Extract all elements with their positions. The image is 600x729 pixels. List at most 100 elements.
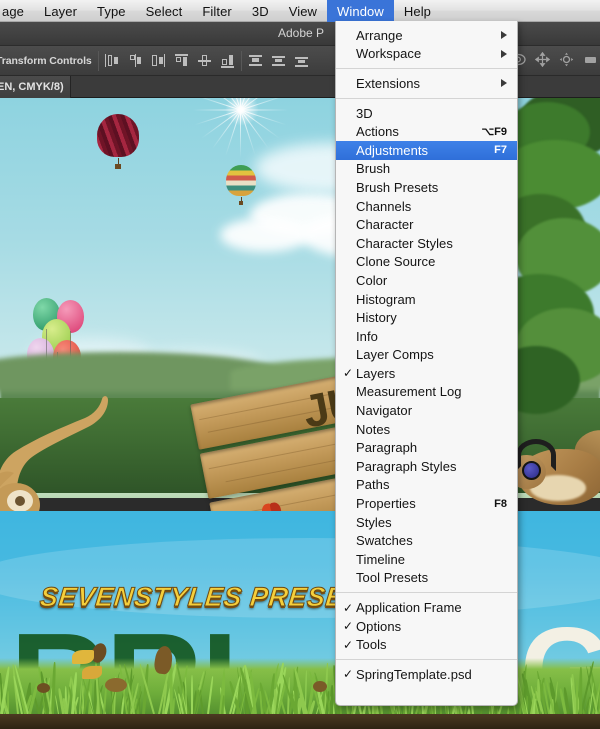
menu-item-label: Brush	[356, 161, 507, 176]
menu-item-label: SpringTemplate.psd	[356, 667, 507, 682]
menubar-item-window[interactable]: Window	[327, 0, 394, 22]
menu-item-label: Properties	[356, 496, 486, 511]
menu-item-styles[interactable]: Styles	[336, 513, 517, 532]
align-bottom-edges-icon[interactable]	[220, 53, 235, 68]
submenu-arrow-icon	[501, 79, 507, 87]
menu-item-navigator[interactable]: Navigator	[336, 401, 517, 420]
hot-air-balloon	[97, 114, 139, 169]
menu-item-properties[interactable]: Properties F8	[336, 494, 517, 513]
menu-item-label: Clone Source	[356, 254, 507, 269]
menu-item-history[interactable]: History	[336, 308, 517, 327]
leaf	[105, 678, 127, 692]
distribute-bottom-edges-icon[interactable]	[294, 53, 309, 68]
menubar-label: Help	[404, 4, 431, 19]
menu-item-notes[interactable]: Notes	[336, 420, 517, 439]
checkmark-icon: ✓	[343, 602, 353, 614]
menu-item-shortcut: F8	[494, 498, 507, 510]
distribute-vertical-centers-icon[interactable]	[271, 53, 286, 68]
menubar-label: Type	[97, 4, 126, 19]
menu-item-brush-presets[interactable]: Brush Presets	[336, 178, 517, 197]
menu-item-springtemplate-psd[interactable]: ✓ SpringTemplate.psd	[336, 665, 517, 684]
menu-separator	[336, 98, 517, 99]
menubar-label: age	[2, 4, 24, 19]
menu-item-label: Paths	[356, 477, 507, 492]
menu-item-label: Character Styles	[356, 236, 507, 251]
menubar-item-select[interactable]: Select	[136, 0, 193, 22]
menu-item-character[interactable]: Character	[336, 215, 517, 234]
menu-item-label: 3D	[356, 106, 507, 121]
application-menu-bar[interactable]: age Layer Type Select Filter 3D View Win…	[0, 0, 600, 22]
soil-strip	[0, 714, 600, 729]
menu-item-tools[interactable]: ✓ Tools	[336, 635, 517, 654]
menubar-item-filter[interactable]: Filter	[192, 0, 242, 22]
menu-item-tool-presets[interactable]: Tool Presets	[336, 569, 517, 588]
menu-item-clone-source[interactable]: Clone Source	[336, 253, 517, 272]
menu-item-timeline[interactable]: Timeline	[336, 550, 517, 569]
pan-3d-icon[interactable]	[535, 52, 550, 67]
menu-item-histogram[interactable]: Histogram	[336, 290, 517, 309]
align-vertical-centers-icon[interactable]	[197, 53, 212, 68]
align-top-edges-icon[interactable]	[174, 53, 189, 68]
menu-item-label: Channels	[356, 199, 507, 214]
cloud	[220, 218, 310, 252]
deer-with-antler	[0, 333, 140, 533]
menu-item-extensions[interactable]: Extensions	[336, 74, 517, 93]
menu-item-paragraph-styles[interactable]: Paragraph Styles	[336, 457, 517, 476]
menu-item-label: Tools	[356, 637, 507, 652]
hot-air-balloon	[226, 165, 256, 205]
3d-tool-icon-group[interactable]	[511, 52, 598, 67]
menubar-item-layer[interactable]: Layer	[34, 0, 87, 22]
distribute-icon-group[interactable]	[248, 53, 309, 68]
distribute-top-edges-icon[interactable]	[248, 53, 263, 68]
menu-item-arrange[interactable]: Arrange	[336, 26, 517, 45]
window-dropdown-menu[interactable]: Arrange Workspace Extensions 3D Actions ⌥F9 Ad…	[335, 21, 518, 706]
align-left-edges-icon[interactable]	[105, 53, 120, 68]
menu-item-actions[interactable]: Actions ⌥F9	[336, 122, 517, 141]
menu-item-label: Workspace	[356, 46, 493, 61]
menu-item-application-frame[interactable]: ✓ Application Frame	[336, 598, 517, 617]
menubar-item-image[interactable]: age	[0, 0, 34, 22]
menu-item-layers[interactable]: ✓ Layers	[336, 364, 517, 383]
menu-item-label: Extensions	[356, 76, 493, 91]
document-tab-label: EN, CMYK/8)	[0, 81, 64, 93]
menu-item-brush[interactable]: Brush	[336, 160, 517, 179]
menu-item-label: Brush Presets	[356, 180, 507, 195]
roll-3d-icon[interactable]	[559, 52, 574, 67]
menubar-item-view[interactable]: View	[279, 0, 327, 22]
slide-3d-icon[interactable]	[583, 52, 598, 67]
menu-item-label: Color	[356, 273, 507, 288]
menubar-label: 3D	[252, 4, 269, 19]
petal	[72, 650, 94, 664]
headline-text: SEVENSTYLES PRESE	[38, 582, 345, 613]
checkmark-icon: ✓	[343, 620, 353, 632]
menubar-item-type[interactable]: Type	[87, 0, 136, 22]
menu-item-swatches[interactable]: Swatches	[336, 531, 517, 550]
menu-item-3d[interactable]: 3D	[336, 104, 517, 123]
checkmark-icon: ✓	[343, 668, 353, 680]
align-right-edges-icon[interactable]	[151, 53, 166, 68]
menu-item-shortcut: ⌥F9	[481, 125, 507, 138]
menu-item-channels[interactable]: Channels	[336, 197, 517, 216]
menu-item-label: Application Frame	[356, 600, 507, 615]
menu-item-measurement-log[interactable]: Measurement Log	[336, 383, 517, 402]
menu-item-paragraph[interactable]: Paragraph	[336, 438, 517, 457]
menubar-item-help[interactable]: Help	[394, 0, 441, 22]
menubar-item-3d[interactable]: 3D	[242, 0, 279, 22]
menu-item-color[interactable]: Color	[336, 271, 517, 290]
menu-separator	[336, 659, 517, 660]
align-horizontal-centers-icon[interactable]	[128, 53, 143, 68]
document-tab[interactable]: EN, CMYK/8)	[0, 76, 71, 98]
menu-item-options[interactable]: ✓ Options	[336, 617, 517, 636]
menubar-label: Layer	[44, 4, 77, 19]
align-icon-group[interactable]	[105, 53, 235, 68]
menu-item-adjustments[interactable]: Adjustments F7	[336, 141, 517, 160]
menu-item-info[interactable]: Info	[336, 327, 517, 346]
menu-item-paths[interactable]: Paths	[336, 476, 517, 495]
menu-item-label: Arrange	[356, 28, 493, 43]
menu-item-character-styles[interactable]: Character Styles	[336, 234, 517, 253]
menu-item-layer-comps[interactable]: Layer Comps	[336, 346, 517, 365]
menu-item-label: Notes	[356, 422, 507, 437]
leaf	[313, 681, 327, 692]
menu-item-label: Options	[356, 619, 507, 634]
menu-item-workspace[interactable]: Workspace	[336, 45, 517, 64]
